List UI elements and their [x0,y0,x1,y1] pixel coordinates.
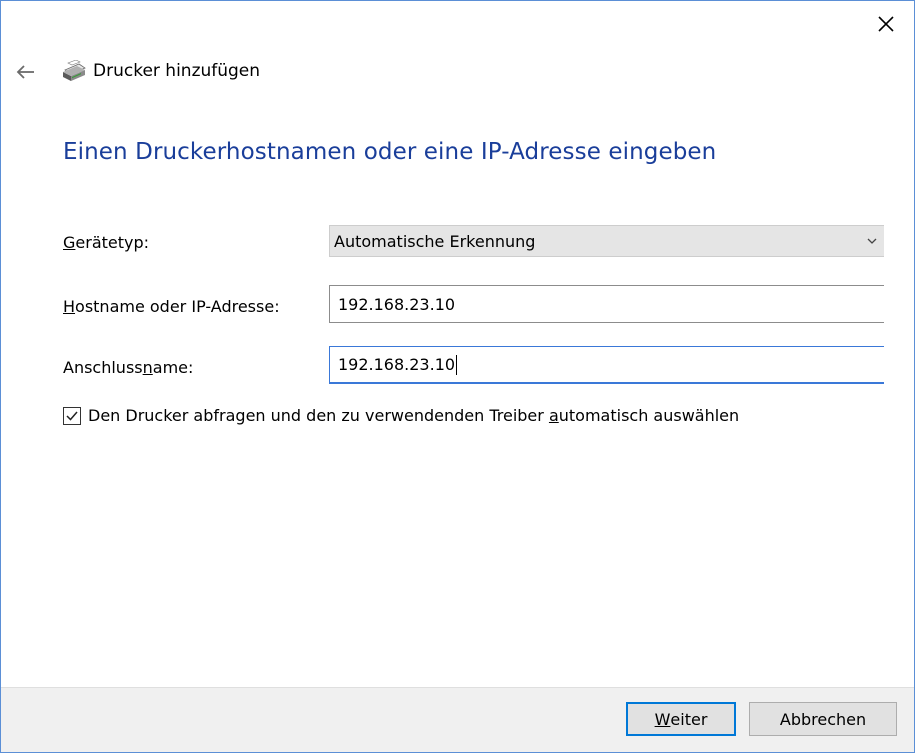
port-name-value: 192.168.23.10 [338,355,456,374]
query-printer-checkbox[interactable] [63,406,81,425]
printer-icon [63,60,86,81]
hostname-label: Hostname oder IP-Adresse: [63,297,280,316]
chevron-down-icon [867,238,877,244]
checkmark-icon [66,411,78,421]
back-button[interactable] [11,59,39,85]
back-arrow-icon [16,65,34,79]
device-type-select[interactable]: Automatische Erkennung [329,225,884,257]
text-caret [456,354,458,375]
cancel-button[interactable]: Abbrechen [749,702,897,736]
query-printer-option[interactable]: Den Drucker abfragen und den zu verwende… [63,406,739,425]
device-type-value: Automatische Erkennung [334,231,536,251]
add-printer-dialog: Drucker hinzufügen Einen Druckerhostname… [0,0,915,753]
page-heading: Einen Druckerhostnamen oder eine IP-Adre… [63,139,717,165]
hostname-value: 192.168.23.10 [338,294,456,314]
dialog-footer: Weiter Abbrechen [1,687,914,752]
port-name-label: Anschlussname: [63,358,194,377]
close-icon [878,16,894,32]
next-button[interactable]: Weiter [626,702,736,736]
port-name-input[interactable]: 192.168.23.10 [329,346,884,384]
device-type-label: Gerätetyp: [63,233,150,252]
wizard-title: Drucker hinzufügen [93,61,261,81]
close-button[interactable] [866,7,906,41]
query-printer-label: Den Drucker abfragen und den zu verwende… [88,406,740,425]
hostname-input[interactable]: 192.168.23.10 [329,285,884,323]
